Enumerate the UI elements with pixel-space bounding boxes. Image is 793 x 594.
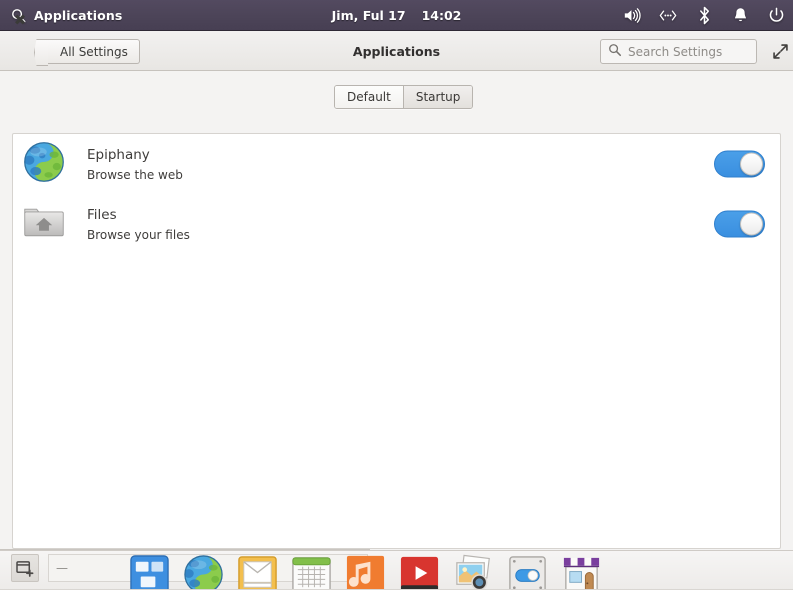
close-button[interactable]: ✖ — [12, 12, 28, 28]
app-name: Epiphany — [87, 146, 150, 163]
search-icon — [608, 42, 622, 61]
app-enabled-toggle[interactable] — [714, 210, 765, 238]
web-browser-globe-icon — [22, 140, 70, 188]
search-settings-field[interactable]: Search Settings — [600, 39, 757, 64]
default-applications-list: Epiphany Browse the web Files Browse you… — [12, 133, 781, 549]
settings-icon[interactable] — [506, 553, 549, 594]
app-name: Files — [87, 206, 117, 223]
window-list-label: — — [56, 561, 68, 575]
list-item[interactable]: Files Browse your files — [13, 194, 780, 254]
toggle-knob — [740, 152, 763, 176]
add-window-icon[interactable] — [11, 554, 39, 582]
maximize-button[interactable] — [772, 43, 789, 60]
list-item-text: Epiphany Browse the web — [87, 147, 183, 182]
workspace-switcher-icon[interactable] — [128, 553, 171, 594]
music-icon[interactable] — [344, 553, 387, 594]
app-description: Browse your files — [87, 227, 190, 242]
calendar-icon[interactable] — [290, 553, 333, 594]
search-input-placeholder: Search Settings — [628, 44, 723, 59]
tab-default[interactable]: Default — [335, 86, 403, 108]
list-item-text: Files Browse your files — [87, 207, 190, 242]
panel-indicators — [623, 0, 785, 31]
toggle-knob — [740, 212, 763, 236]
dock-bottom-strip — [0, 589, 793, 594]
power-icon[interactable] — [767, 7, 785, 25]
settings-content: Default Startup Epiphany Browse the web … — [0, 71, 793, 550]
panel-clock-time[interactable]: 14:02 — [422, 8, 462, 23]
tab-startup[interactable]: Startup — [402, 86, 473, 108]
file-manager-folder-icon — [22, 200, 70, 248]
list-item[interactable]: Epiphany Browse the web — [13, 134, 780, 194]
network-icon[interactable] — [659, 7, 677, 25]
app-description: Browse the web — [87, 167, 183, 182]
photos-icon[interactable] — [452, 553, 495, 594]
notification-bell-icon[interactable] — [731, 7, 749, 25]
dock-launchers — [128, 553, 603, 594]
volume-icon[interactable] — [623, 7, 641, 25]
bottom-dock: — — [0, 550, 793, 594]
mail-icon[interactable] — [236, 553, 279, 594]
app-enabled-toggle[interactable] — [714, 150, 765, 178]
applications-menu-label: Applications — [34, 7, 123, 23]
video-icon[interactable] — [398, 553, 441, 594]
top-panel: Applications Jim, Ful 17 14:02 — [0, 0, 793, 31]
bluetooth-icon[interactable] — [695, 6, 713, 25]
software-store-icon[interactable] — [560, 553, 603, 594]
panel-clock-date[interactable]: Jim, Ful 17 — [332, 8, 406, 23]
web-browser-icon[interactable] — [182, 553, 225, 594]
view-tab-switcher: Default Startup — [334, 85, 474, 109]
